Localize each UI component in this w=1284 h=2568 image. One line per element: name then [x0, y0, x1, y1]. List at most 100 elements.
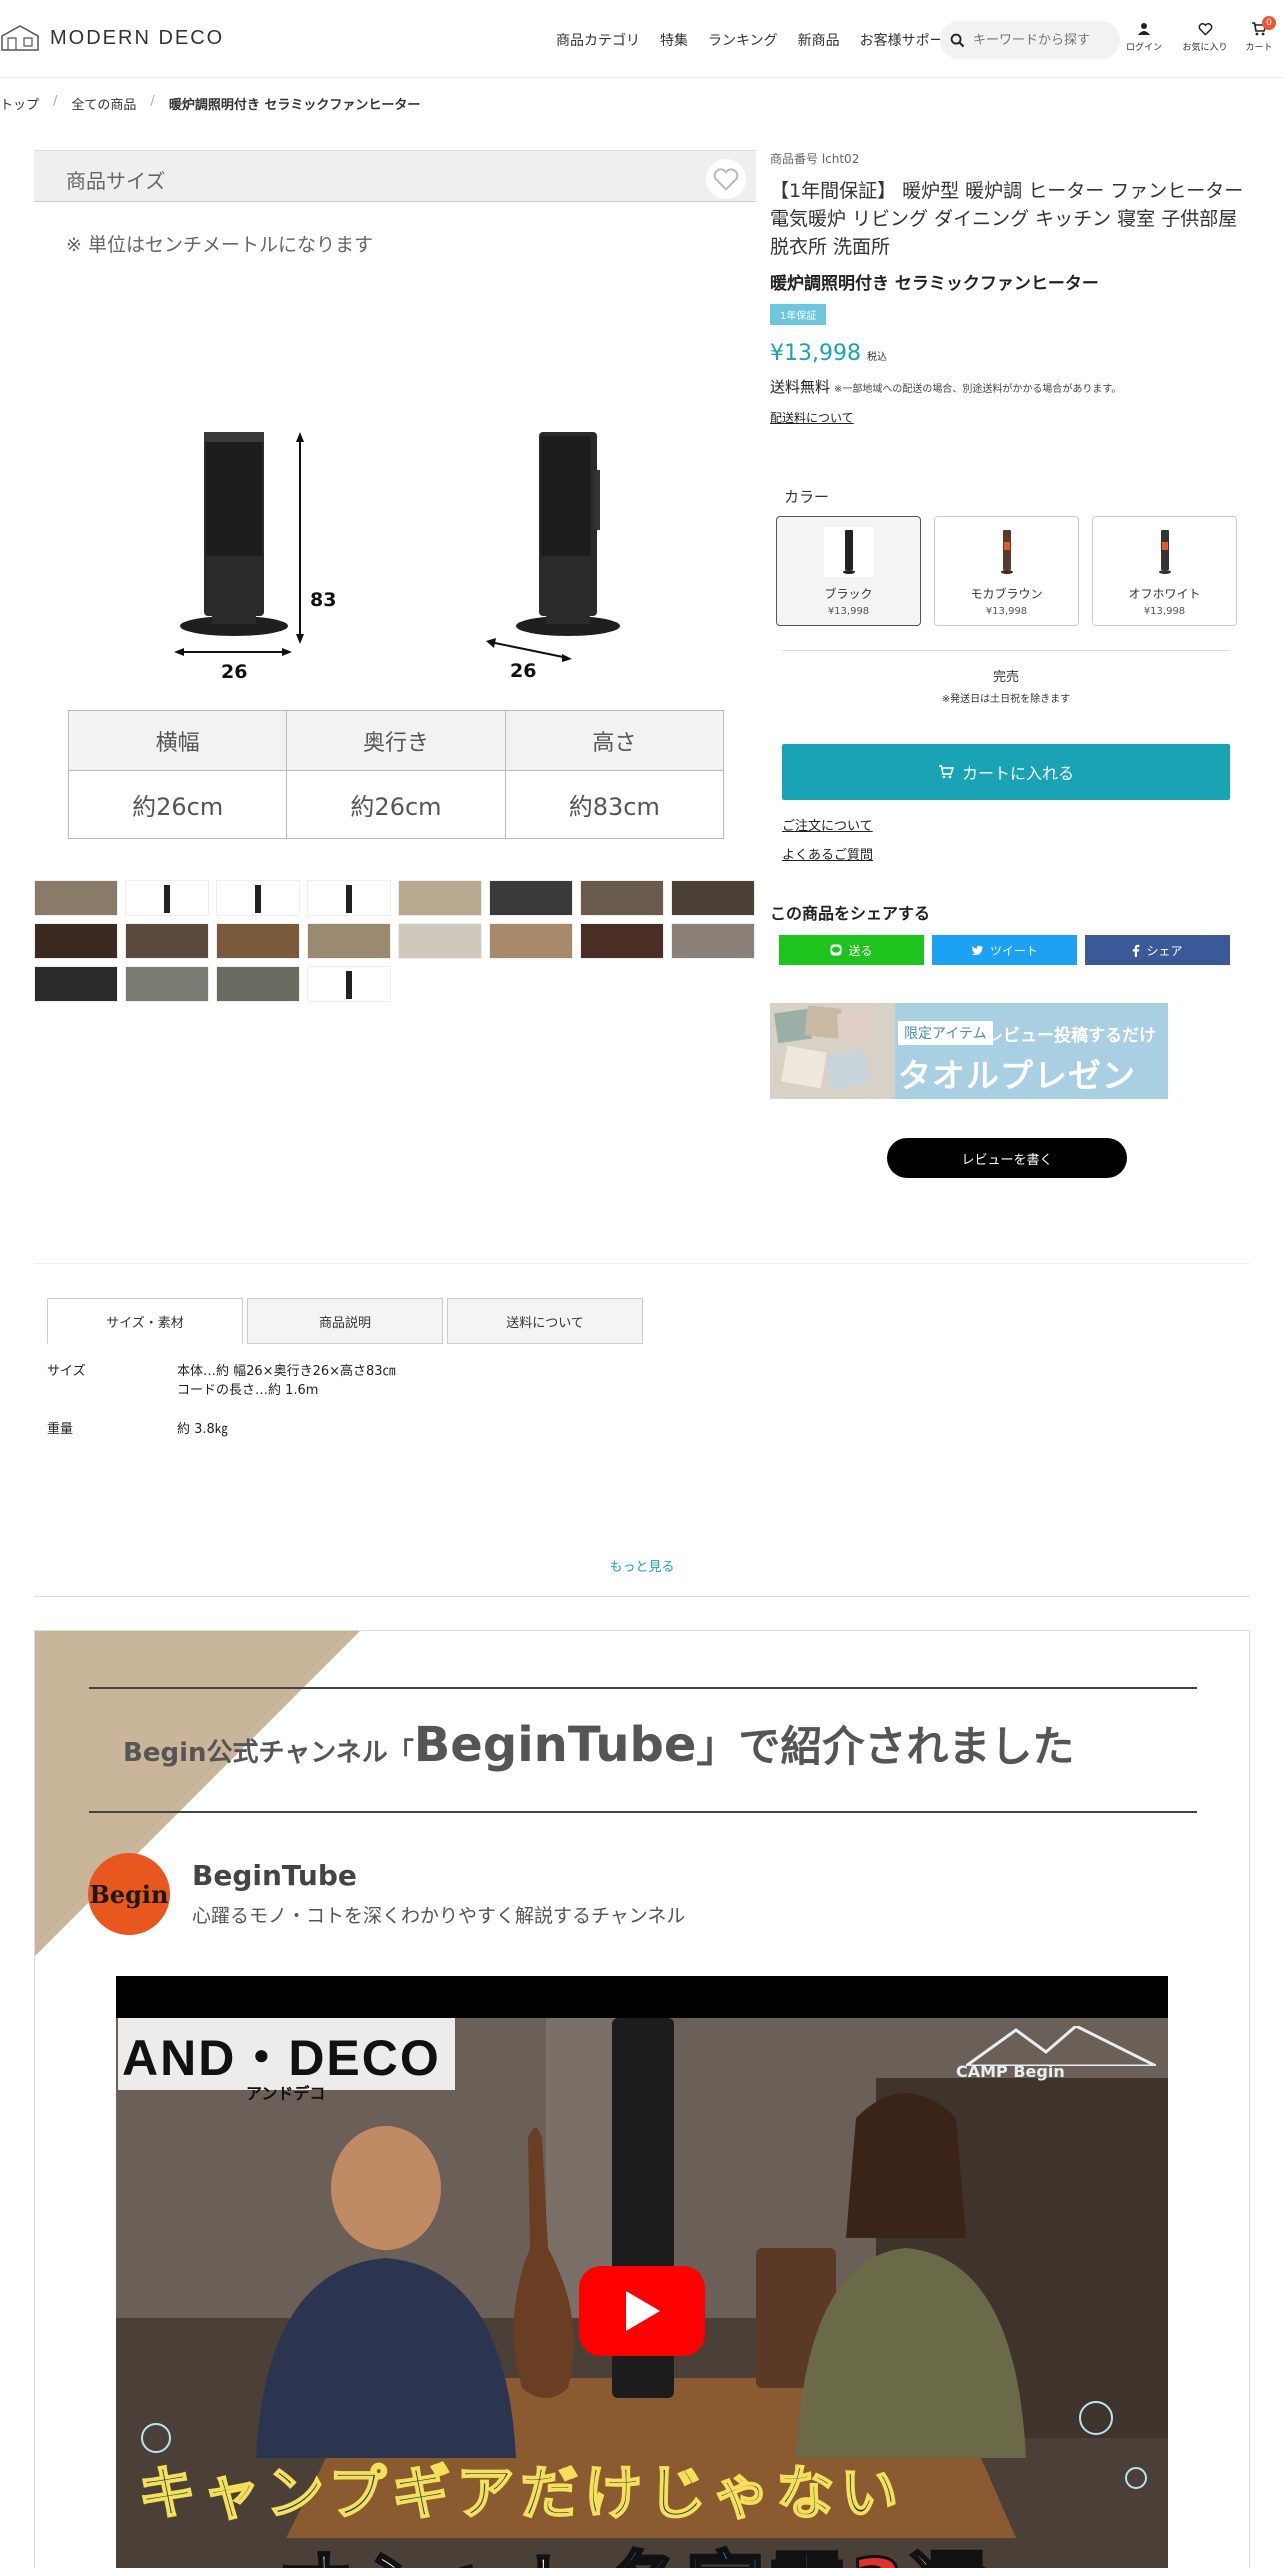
product-thumbnail[interactable] — [671, 880, 755, 916]
product-title: 【1年間保証】 暖炉型 暖炉調 ヒーター ファンヒーター 電気暖炉 リビング ダ… — [770, 180, 1244, 258]
size-value-depth: 約26cm — [286, 770, 506, 839]
towels-image — [770, 1003, 895, 1099]
product-thumbnail[interactable] — [398, 923, 482, 959]
heart-icon — [1198, 23, 1212, 36]
cart-count-badge: 0 — [1262, 16, 1276, 30]
product-subtitle: 暖炉調照明付き セラミックファンヒーター — [770, 274, 1099, 294]
heading-channel: BeginTube — [413, 1717, 697, 1773]
product-thumbnail[interactable] — [580, 880, 664, 916]
nav-item-new[interactable]: 新商品 — [798, 30, 840, 50]
product-thumbnail[interactable] — [216, 880, 300, 916]
begintube-heading: Begin公式チャンネル「 BeginTube 」で紹介されました — [123, 1713, 1074, 1774]
share-buttons: 送る ツイート シェア — [779, 935, 1230, 965]
camp-begin-logo: CAMP Begin — [956, 2062, 1065, 2081]
breadcrumb-top[interactable]: トップ — [0, 94, 39, 113]
variant-price: ¥13,998 — [985, 606, 1028, 617]
user-icon — [1138, 23, 1150, 35]
product-thumbnail[interactable] — [34, 880, 118, 916]
search-icon[interactable] — [950, 33, 965, 48]
product-thumbnail[interactable] — [125, 966, 209, 1002]
caption-word: オシャレ — [274, 2543, 604, 2568]
divider — [89, 1811, 1197, 1813]
tax-label: 税込 — [866, 352, 887, 363]
divider — [782, 650, 1230, 651]
tab-shipping[interactable]: 送料について — [447, 1298, 643, 1344]
divider — [89, 1687, 1197, 1689]
site-logo[interactable]: MODERN DECO — [0, 24, 224, 52]
favorites-button[interactable]: お気に入り — [1180, 22, 1230, 53]
share-title: この商品をシェアする — [770, 904, 931, 923]
product-thumbnail[interactable] — [580, 923, 664, 959]
spec-value: 約 3.8㎏ — [177, 1422, 228, 1437]
product-thumbnail[interactable] — [307, 923, 391, 959]
video-caption-line2: オシャレ冬家電3選 — [274, 2526, 990, 2568]
size-header-height: 高さ — [504, 710, 725, 771]
shipping-fee-link[interactable]: 配送料について — [770, 409, 854, 426]
product-thumbnail[interactable] — [671, 923, 755, 959]
shipping-row: 送料無料 ※一部地域への配送の場合、別途送料がかかる場合があります。 — [770, 376, 1250, 397]
write-review-button[interactable]: レビューを書く — [887, 1138, 1127, 1178]
youtube-video-embed[interactable]: AND・DECO アンドデコ CAMP Begin キャンプギアだけじゃない オ… — [116, 1976, 1168, 2568]
variant-name: オフホワイト — [1128, 587, 1201, 601]
youtube-play-button[interactable] — [579, 2266, 705, 2356]
product-info: 商品番号 lcht02 【1年間保証】 暖炉型 暖炉調 ヒーター ファンヒーター… — [770, 150, 1250, 426]
product-thumbnail[interactable] — [489, 880, 573, 916]
nav-item-category[interactable]: 商品カテゴリ — [556, 30, 640, 50]
tab-description[interactable]: 商品説明 — [247, 1298, 443, 1344]
login-button[interactable]: ログイン — [1119, 22, 1169, 53]
product-thumbnail[interactable] — [489, 923, 573, 959]
product-thumbnail[interactable] — [125, 880, 209, 916]
logo-text: MODERN DECO — [50, 26, 225, 49]
camp-begin-mountain-logo — [966, 2026, 1156, 2066]
size-table: 横幅 奥行き 高さ 約26cm 約26cm 約83cm — [67, 710, 725, 839]
variant-black[interactable]: ブラック ¥13,998 — [776, 516, 921, 626]
size-band: 商品サイズ — [34, 150, 756, 202]
search-input[interactable] — [973, 32, 1103, 48]
product-thumbnail[interactable] — [216, 923, 300, 959]
breadcrumb-separator: / — [150, 94, 155, 109]
dim-width-label: 26 — [221, 661, 247, 683]
order-info-link[interactable]: ご注文について — [782, 815, 873, 834]
channel-description: 心躍るモノ・コトを深くわかりやすく解説するチャンネル — [192, 1905, 686, 1927]
product-thumbnail[interactable] — [216, 966, 300, 1002]
size-value-width: 約26cm — [67, 770, 288, 839]
dimension-diagram: 83 26 26 — [174, 432, 620, 683]
twitter-share-label: ツイート — [989, 943, 1038, 958]
more-link[interactable]: もっと見る — [0, 1556, 1284, 1575]
divider — [34, 1596, 1250, 1597]
spec-key: サイズ — [47, 1364, 86, 1379]
channel-name[interactable]: BeginTube — [192, 1859, 357, 1892]
cart-button[interactable]: 0 カート — [1234, 16, 1284, 53]
ship-day-note: ※発送日は土日祝を除きます — [941, 694, 1071, 705]
add-to-cart-label: カートに入れる — [961, 766, 1074, 783]
faq-link[interactable]: よくあるご質問 — [782, 844, 873, 863]
color-label: カラー — [784, 488, 830, 506]
product-thumbnail[interactable] — [307, 880, 391, 916]
dim-height-label: 83 — [310, 589, 336, 611]
line-share-button[interactable]: 送る — [779, 935, 924, 965]
product-thumbnail[interactable] — [307, 966, 391, 1002]
variant-mocha-brown[interactable]: モカブラウン ¥13,998 — [934, 516, 1079, 626]
product-thumbnail[interactable] — [398, 880, 482, 916]
product-thumbnail[interactable] — [34, 966, 118, 1002]
variant-off-white[interactable]: オフホワイト ¥13,998 — [1092, 516, 1237, 626]
facebook-share-button[interactable]: シェア — [1085, 935, 1230, 965]
product-thumbnail[interactable] — [125, 923, 209, 959]
product-thumbnail[interactable] — [34, 923, 118, 959]
favorite-button[interactable] — [706, 159, 746, 199]
heading-suffix: 」で紹介されました — [696, 1722, 1075, 1771]
breadcrumb-all-products[interactable]: 全ての商品 — [71, 94, 136, 113]
line-share-label: 送る — [848, 943, 873, 958]
search-box — [940, 21, 1120, 59]
stock-status: 完売 — [992, 670, 1019, 685]
twitter-share-button[interactable]: ツイート — [932, 935, 1077, 965]
tab-size-material[interactable]: サイズ・素材 — [47, 1298, 243, 1344]
heart-outline-icon — [713, 168, 739, 191]
add-to-cart-button[interactable]: カートに入れる — [782, 744, 1230, 800]
heater-side-illustration — [516, 432, 620, 636]
nav-item-ranking[interactable]: ランキング — [708, 30, 778, 50]
nav-item-feature[interactable]: 特集 — [660, 30, 688, 50]
channel-avatar[interactable]: Begin — [88, 1853, 170, 1935]
review-towel-banner[interactable]: 限定アイテム レビュー投稿するだけ タオルプレゼント! — [770, 1003, 1168, 1099]
shipping-note: ※一部地域への配送の場合、別途送料がかかる場合があります。 — [834, 384, 1122, 395]
